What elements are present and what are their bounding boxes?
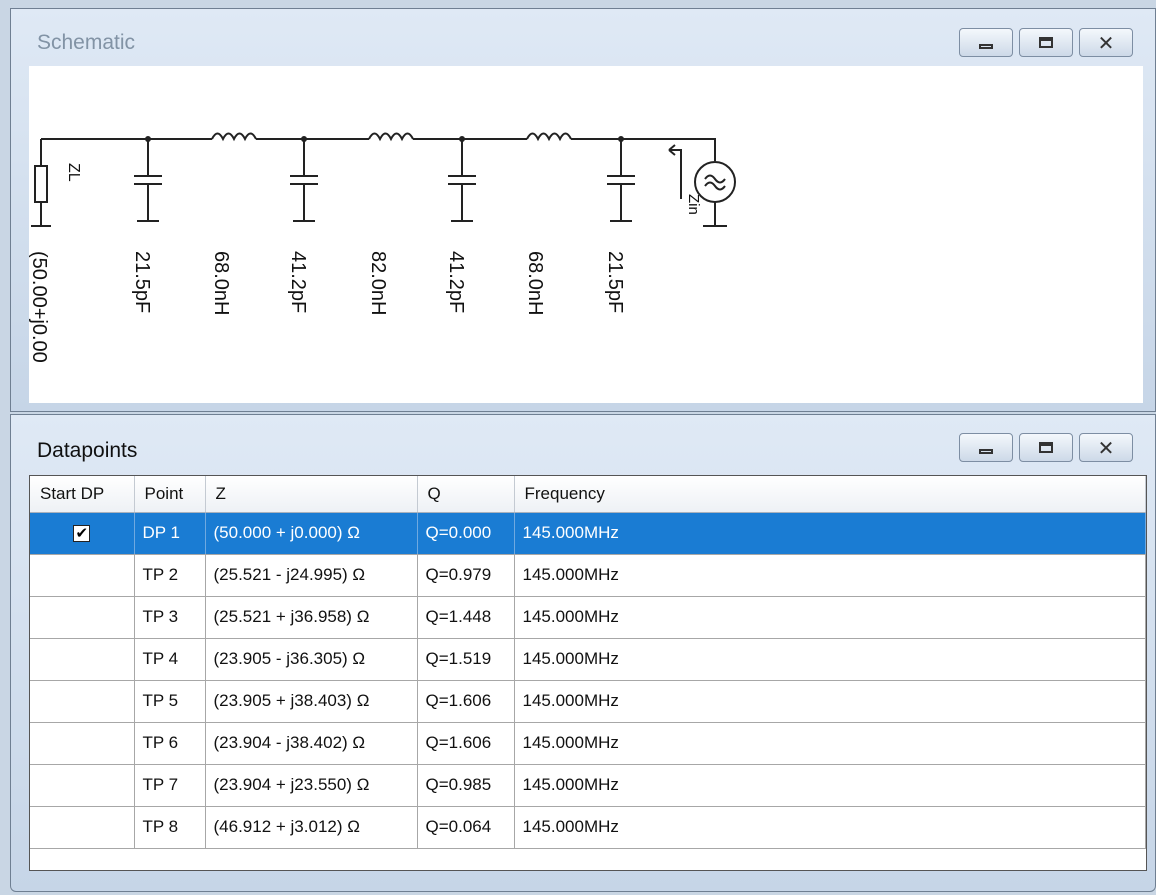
q-cell: Q=1.606 [417, 680, 515, 723]
q-cell: Q=0.064 [417, 806, 515, 849]
column-header-q[interactable]: Q [417, 476, 515, 513]
table-row[interactable]: TP 4 (23.905 - j36.305) Ω Q=1.519 145.000MH… [30, 638, 1146, 681]
q-cell: Q=0.985 [417, 764, 515, 807]
point-cell: TP 6 [134, 722, 206, 765]
datapoints-minimize-button[interactable] [959, 433, 1013, 462]
z-cell: (46.912 + j3.012) Ω [205, 806, 418, 849]
datapoints-close-button[interactable]: ✕ [1079, 433, 1133, 462]
frequency-cell: 145.000MHz [514, 680, 1146, 723]
table-row[interactable]: TP 3 (25.521 + j36.958) Ω Q=1.448 145.000MH… [30, 596, 1146, 639]
z-cell: (25.521 + j36.958) Ω [205, 596, 418, 639]
start-dp-cell: ✔ [30, 512, 135, 555]
minimize-icon [979, 449, 993, 454]
table-row[interactable]: TP 8 (46.912 + j3.012) Ω Q=0.064 145.000MHz [30, 806, 1146, 849]
schematic-maximize-button[interactable] [1019, 28, 1073, 57]
column-header-start-dp[interactable]: Start DP [30, 476, 135, 513]
maximize-icon [1039, 442, 1053, 453]
column-header-frequency[interactable]: Frequency [514, 476, 1146, 513]
point-cell: TP 3 [134, 596, 206, 639]
q-cell: Q=0.979 [417, 554, 515, 597]
component-label: 68.0nH [210, 251, 232, 316]
datapoints-window: Datapoints ✕ Start DP Point Z Q Frequenc… [10, 414, 1156, 892]
z-cell: (23.905 - j36.305) Ω [205, 638, 418, 681]
component-label: 21.5pF [131, 251, 153, 313]
table-row[interactable]: TP 5 (23.905 + j38.403) Ω Q=1.606 145.000MH… [30, 680, 1146, 723]
q-cell: Q=0.000 [417, 512, 515, 555]
q-cell: Q=1.519 [417, 638, 515, 681]
point-cell: TP 2 [134, 554, 206, 597]
z-cell: (50.000 + j0.000) Ω [205, 512, 418, 555]
component-label: 68.0nH [524, 251, 546, 316]
start-dp-checkbox[interactable]: ✔ [73, 525, 91, 542]
schematic-minimize-button[interactable] [959, 28, 1013, 57]
minimize-icon [979, 44, 993, 49]
q-cell: Q=1.606 [417, 722, 515, 765]
load-value-label: (50.00+j0.00 [29, 251, 50, 363]
z-cell: (23.904 - j38.402) Ω [205, 722, 418, 765]
frequency-cell: 145.000MHz [514, 806, 1146, 849]
point-cell: TP 4 [134, 638, 206, 681]
datapoints-title: Datapoints [37, 439, 138, 462]
point-cell: DP 1 [134, 512, 206, 555]
frequency-cell: 145.000MHz [514, 512, 1146, 555]
table-row[interactable]: TP 6 (23.904 - j38.402) Ω Q=1.606 145.000MH… [30, 722, 1146, 765]
table-row[interactable]: TP 7 (23.904 + j23.550) Ω Q=0.985 145.000MH… [30, 764, 1146, 807]
column-header-point[interactable]: Point [134, 476, 206, 513]
frequency-cell: 145.000MHz [514, 596, 1146, 639]
zin-label: Zin [685, 194, 702, 215]
start-dp-cell [30, 554, 135, 597]
schematic-titlebar[interactable]: Schematic ✕ [11, 9, 1155, 66]
point-cell: TP 7 [134, 764, 206, 807]
frequency-cell: 145.000MHz [514, 722, 1146, 765]
component-label: 21.5pF [604, 251, 626, 313]
datapoints-table: Start DP Point Z Q Frequency ✔ DP 1 (50.00… [30, 476, 1146, 849]
q-cell: Q=1.448 [417, 596, 515, 639]
close-icon: ✕ [1097, 435, 1115, 460]
maximize-icon [1039, 37, 1053, 48]
column-header-z[interactable]: Z [205, 476, 418, 513]
point-cell: TP 5 [134, 680, 206, 723]
datapoints-titlebar[interactable]: Datapoints ✕ [11, 415, 1155, 469]
frequency-cell: 145.000MHz [514, 554, 1146, 597]
start-dp-cell [30, 806, 135, 849]
start-dp-cell [30, 722, 135, 765]
schematic-canvas: ZL Zin (50.00+j0.00 21.5pF 68.0nH 41.2pF… [29, 66, 1143, 403]
point-cell: TP 8 [134, 806, 206, 849]
start-dp-cell [30, 680, 135, 723]
schematic-title: Schematic [37, 31, 136, 54]
start-dp-cell [30, 596, 135, 639]
table-row[interactable]: ✔ DP 1 (50.000 + j0.000) Ω Q=0.000 145.000MH… [30, 512, 1146, 555]
schematic-close-button[interactable]: ✕ [1079, 28, 1133, 57]
frequency-cell: 145.000MHz [514, 764, 1146, 807]
start-dp-cell [30, 764, 135, 807]
frequency-cell: 145.000MHz [514, 638, 1146, 681]
start-dp-cell [30, 638, 135, 681]
z-cell: (23.904 + j23.550) Ω [205, 764, 418, 807]
component-label: 41.2pF [445, 251, 467, 313]
z-cell: (23.905 + j38.403) Ω [205, 680, 418, 723]
datapoints-maximize-button[interactable] [1019, 433, 1073, 462]
schematic-window: Schematic ✕ ZL Zin (50.00+j0.00 21.5pF 6… [10, 8, 1156, 412]
header-row: Start DP Point Z Q Frequency [30, 476, 1146, 513]
component-label: 41.2pF [287, 251, 309, 313]
close-icon: ✕ [1097, 30, 1115, 55]
z-cell: (25.521 - j24.995) Ω [205, 554, 418, 597]
datapoints-grid[interactable]: Start DP Point Z Q Frequency ✔ DP 1 (50.00… [29, 475, 1147, 871]
table-row[interactable]: TP 2 (25.521 - j24.995) Ω Q=0.979 145.000MH… [30, 554, 1146, 597]
load-symbol-label: ZL [65, 163, 82, 182]
component-label: 82.0nH [367, 251, 389, 316]
